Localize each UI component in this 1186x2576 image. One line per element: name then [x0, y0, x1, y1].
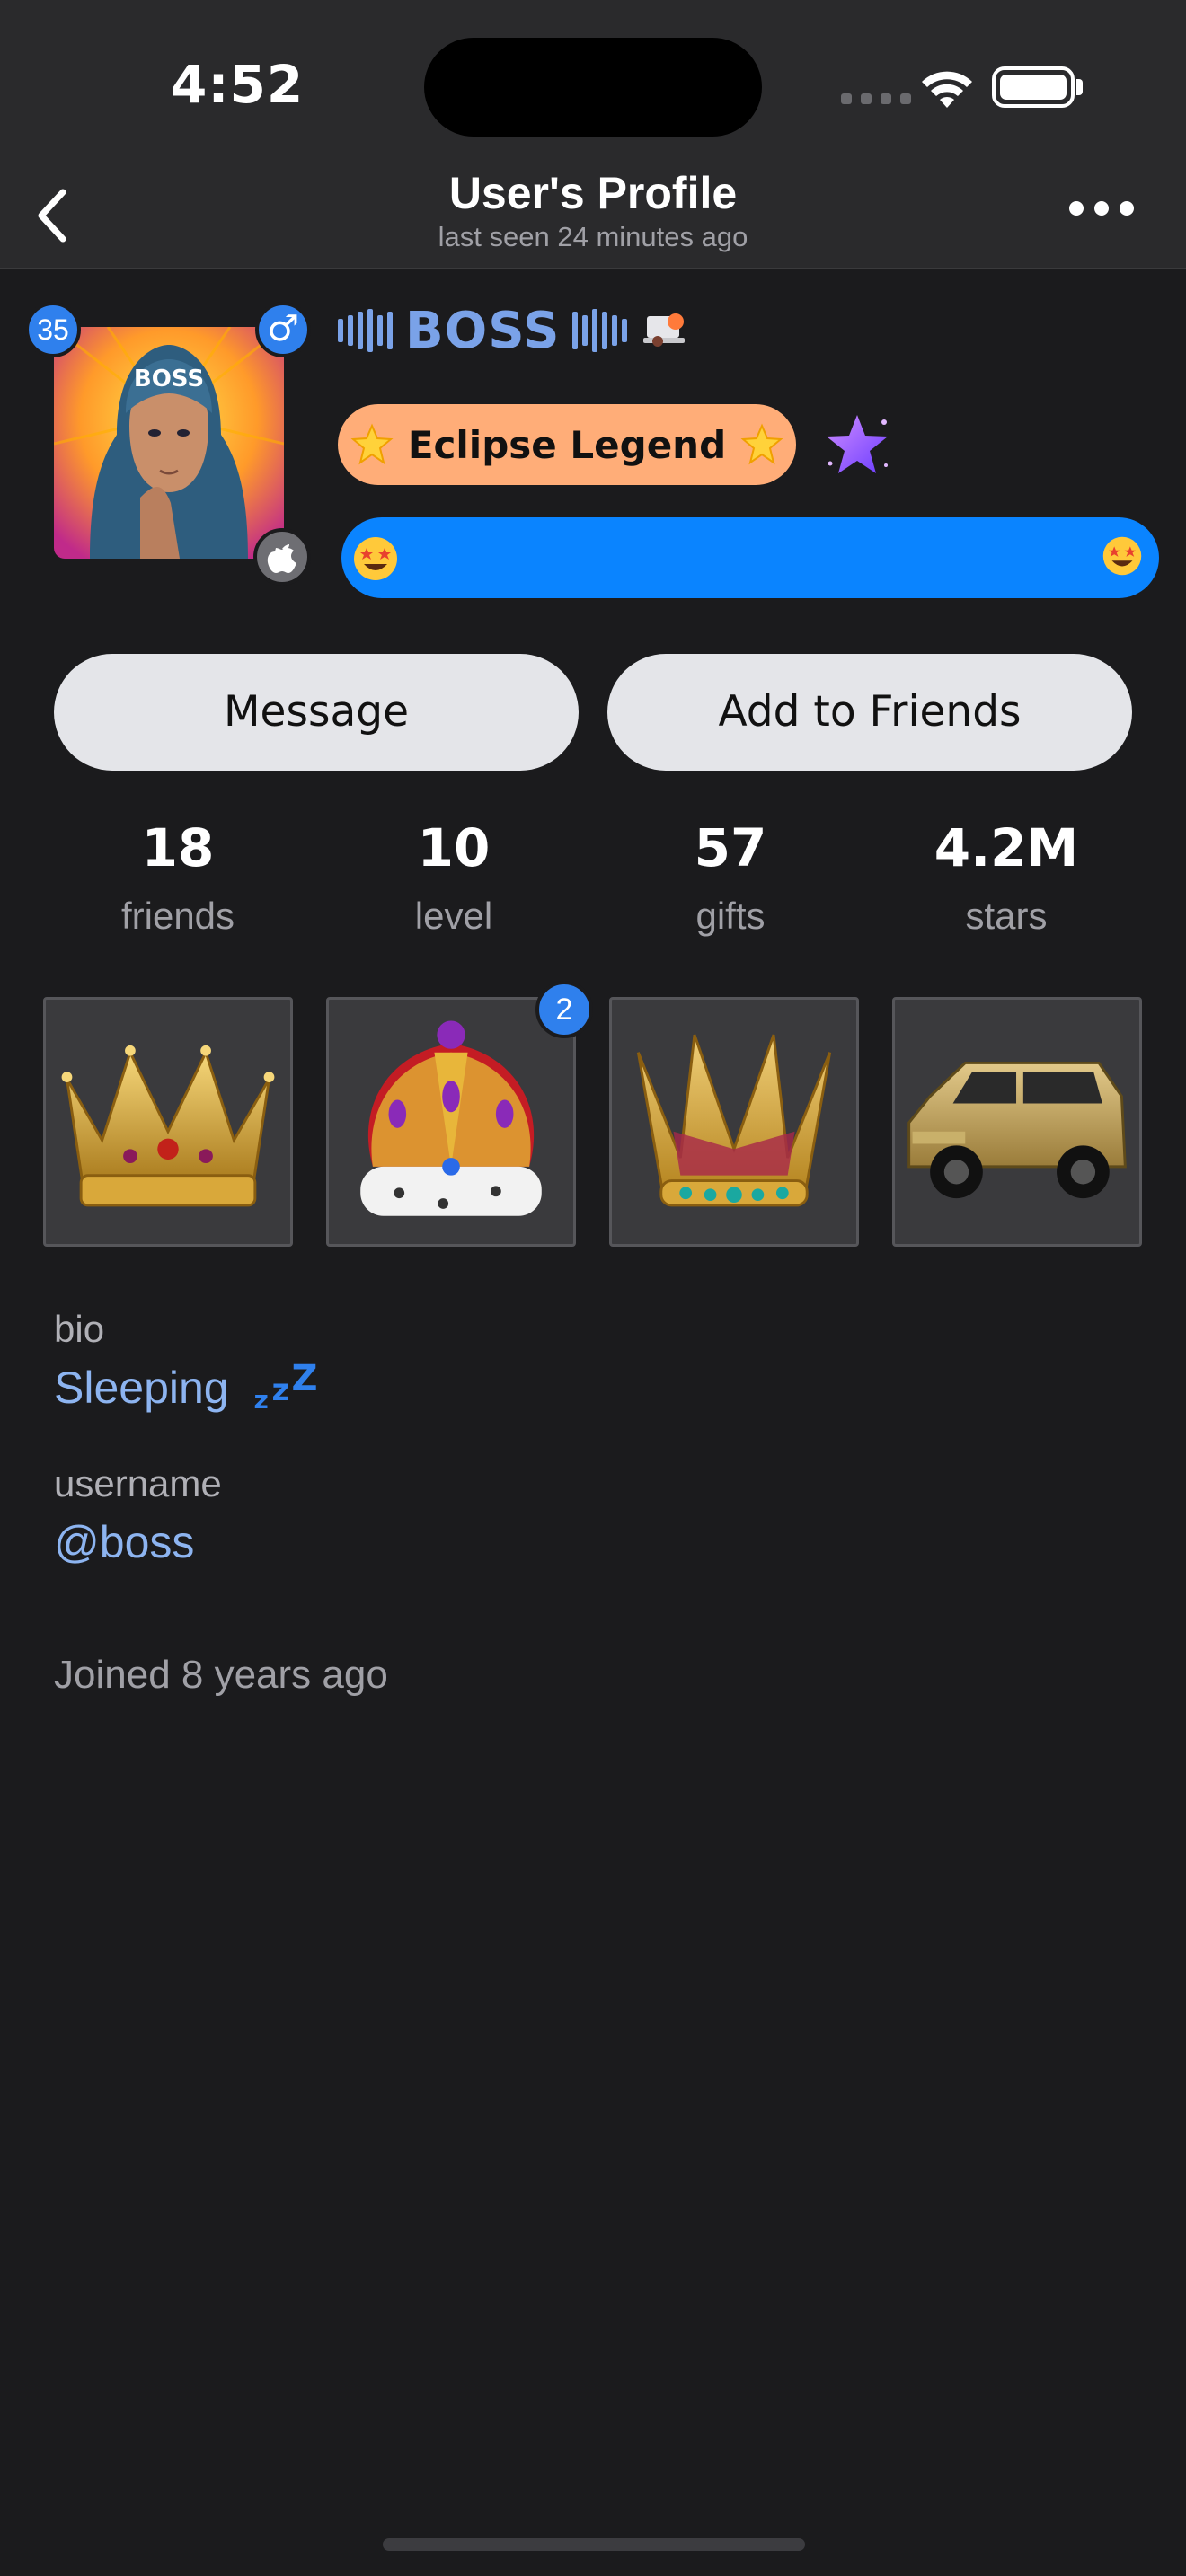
stat-label: gifts: [695, 895, 766, 937]
status-bar: 4:52: [0, 0, 1186, 162]
avatar[interactable]: BOSS: [54, 327, 284, 559]
jeweled-crown-icon: [636, 1034, 832, 1207]
gift-count-badge: 2: [535, 981, 593, 1038]
equalizer-left-icon: [338, 309, 393, 352]
stat-value: 57: [694, 817, 767, 878]
joined-date: Joined 8 years ago: [54, 1653, 388, 1697]
star-struck-emoji-icon: [1102, 536, 1142, 576]
title-badge: Eclipse Legend: [338, 404, 796, 485]
username-value[interactable]: @boss: [54, 1516, 194, 1568]
message-button[interactable]: Message: [54, 654, 579, 771]
stat-label: friends: [120, 895, 235, 937]
home-indicator[interactable]: [383, 2538, 805, 2551]
battery-cap: [1076, 79, 1083, 95]
emoji-status-bar: [341, 517, 1159, 598]
laptop-sticker-icon: [643, 313, 686, 347]
page-title: User's Profile: [448, 168, 738, 218]
stat-gifts[interactable]: 57 gifts: [614, 817, 847, 938]
gift-tile[interactable]: [892, 997, 1142, 1247]
avatar-cap-text: BOSS: [134, 366, 204, 393]
gender-badge: ♂: [255, 302, 311, 357]
purple-star-icon[interactable]: [821, 410, 893, 481]
apple-platform-icon: [253, 528, 311, 586]
bio-value: Sleeping: [54, 1363, 229, 1413]
star-emoji-icon: [740, 423, 783, 465]
bio-value-row: Sleeping zzZ: [54, 1358, 318, 1416]
user-display-name: BOSS: [405, 301, 561, 360]
title-badge-label: Eclipse Legend: [407, 422, 727, 467]
last-seen-subtitle: last seen 24 minutes ago: [438, 221, 748, 252]
star-struck-emoji-icon: [354, 537, 397, 580]
navigation-bar: User's Profile last seen 24 minutes ago: [0, 162, 1186, 269]
equalizer-right-icon: [572, 309, 628, 352]
more-options-icon[interactable]: [1069, 201, 1134, 216]
battery-icon: [992, 66, 1075, 108]
username-label: username: [54, 1462, 222, 1504]
add-to-friends-button[interactable]: Add to Friends: [607, 654, 1132, 771]
gift-tile[interactable]: [609, 997, 859, 1247]
gift-tile[interactable]: [43, 997, 293, 1247]
dynamic-island: [424, 38, 762, 137]
stat-value: 18: [141, 817, 215, 878]
stat-friends[interactable]: 18 friends: [61, 817, 295, 938]
stat-value: 10: [417, 817, 491, 878]
bio-label: bio: [54, 1308, 105, 1350]
display-name-row: BOSS: [338, 301, 690, 360]
cellular-signal-icon: [841, 93, 911, 104]
stat-stars[interactable]: 4.2M stars: [890, 817, 1123, 938]
gold-crown-icon: [61, 1045, 275, 1207]
stat-level[interactable]: 10 level: [337, 817, 571, 938]
wifi-icon: [922, 71, 972, 108]
royal-crown-icon: [360, 1020, 542, 1216]
sleeping-zzz-icon: zzZ: [253, 1358, 318, 1415]
level-badge: 35: [25, 302, 81, 357]
status-time: 4:52: [171, 54, 305, 115]
star-emoji-icon: [350, 423, 394, 465]
gold-suv-icon: [907, 1061, 1127, 1199]
stat-label: level: [414, 895, 493, 937]
gift-tile[interactable]: [326, 997, 576, 1247]
stat-value: 4.2M: [934, 817, 1079, 878]
stat-label: stars: [965, 895, 1048, 937]
